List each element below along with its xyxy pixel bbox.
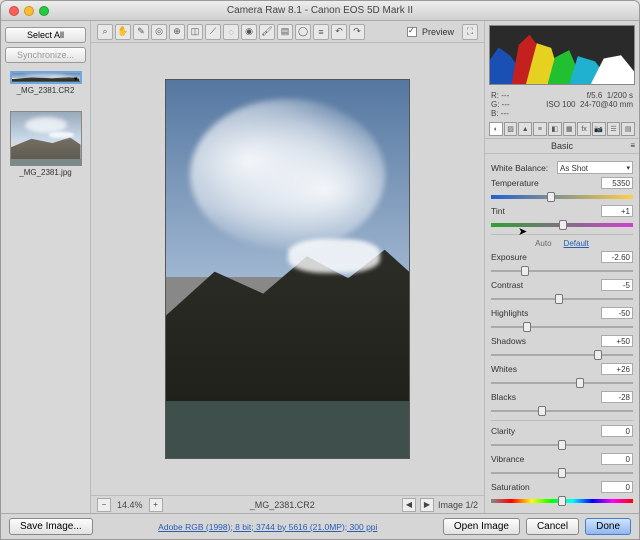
vibrance-value[interactable]: 0 xyxy=(601,453,633,465)
contrast-value[interactable]: -5 xyxy=(601,279,633,291)
prev-image-button[interactable]: ◀ xyxy=(402,498,416,512)
tab-curve[interactable]: ▨ xyxy=(504,122,518,136)
contrast-slider[interactable] xyxy=(491,294,633,304)
readout-r: --- xyxy=(501,91,509,100)
panel-title: Basic≡ xyxy=(485,139,639,154)
thumbnail[interactable]: _MG_2381.jpg xyxy=(5,111,86,177)
filmstrip: Select All Synchronize... _MG_2381.CR2 _… xyxy=(1,21,91,513)
titlebar: Camera Raw 8.1 - Canon EOS 5D Mark II xyxy=(1,1,639,21)
zoom-tool-icon[interactable]: ⌕ xyxy=(97,24,113,40)
minimize-icon[interactable] xyxy=(24,6,34,16)
white-balance-tool-icon[interactable]: ✎ xyxy=(133,24,149,40)
image-counter: Image 1/2 xyxy=(438,500,478,510)
shadows-value[interactable]: +50 xyxy=(601,335,633,347)
redeye-tool-icon[interactable]: ◉ xyxy=(241,24,257,40)
status-filename: _MG_2381.CR2 xyxy=(169,500,396,510)
temperature-value[interactable]: 5350 xyxy=(601,177,633,189)
white-balance-select[interactable]: As Shot xyxy=(557,161,633,174)
zoom-in-button[interactable]: + xyxy=(149,498,163,512)
highlights-value[interactable]: -50 xyxy=(601,307,633,319)
zoom-out-button[interactable]: − xyxy=(97,498,111,512)
temperature-slider[interactable] xyxy=(491,192,633,202)
done-button[interactable]: Done xyxy=(585,518,631,535)
preview-checkbox[interactable] xyxy=(407,27,417,37)
zoom-level: 14.4% xyxy=(117,500,143,510)
adjustment-brush-icon[interactable]: 🖌 xyxy=(259,24,275,40)
saturation-slider[interactable] xyxy=(491,496,633,506)
zoom-icon[interactable] xyxy=(39,6,49,16)
readout-b: --- xyxy=(501,109,509,118)
crop-tool-icon[interactable]: ◫ xyxy=(187,24,203,40)
straighten-tool-icon[interactable]: ⟋ xyxy=(205,24,221,40)
whites-slider[interactable] xyxy=(491,378,633,388)
open-image-button[interactable]: Open Image xyxy=(443,518,520,535)
prefs-icon[interactable]: ≡ xyxy=(313,24,329,40)
panel-tabs: ◐ ▨ ▲ ≡ ◧ ▦ fx 📷 ☰ ▤ xyxy=(485,120,639,139)
tab-hsl[interactable]: ≡ xyxy=(533,122,547,136)
wb-label: White Balance: xyxy=(491,163,553,173)
synchronize-button[interactable]: Synchronize... xyxy=(5,47,86,63)
whites-value[interactable]: +26 xyxy=(601,363,633,375)
cancel-button[interactable]: Cancel xyxy=(526,518,579,535)
rotate-cw-icon[interactable]: ↷ xyxy=(349,24,365,40)
tab-camera[interactable]: 📷 xyxy=(592,122,606,136)
preview-area: ⌕ ✋ ✎ ◎ ⊕ ◫ ⟋ ◌ ◉ 🖌 ▤ ◯ ≡ ↶ ↷ Preview ⛶ xyxy=(91,21,484,513)
tab-fx[interactable]: fx xyxy=(577,122,591,136)
preview-label: Preview xyxy=(422,27,454,37)
meta-shutter: 1/200 s xyxy=(607,91,633,100)
tab-snapshots[interactable]: ▤ xyxy=(621,122,635,136)
exposure-value[interactable]: -2.60 xyxy=(601,251,633,263)
panel-menu-icon[interactable]: ≡ xyxy=(630,141,635,150)
toolbar: ⌕ ✋ ✎ ◎ ⊕ ◫ ⟋ ◌ ◉ 🖌 ▤ ◯ ≡ ↶ ↷ Preview ⛶ xyxy=(91,21,484,43)
default-link[interactable]: Default xyxy=(564,239,589,248)
tab-split[interactable]: ◧ xyxy=(548,122,562,136)
tint-slider[interactable] xyxy=(491,220,633,230)
tint-value[interactable]: +1 xyxy=(601,205,633,217)
spot-removal-icon[interactable]: ◌ xyxy=(223,24,239,40)
meta-iso: ISO 100 xyxy=(546,100,575,109)
thumbnail-label: _MG_2381.CR2 xyxy=(5,86,86,95)
meta-aperture: f/5.6 xyxy=(587,91,603,100)
color-sampler-icon[interactable]: ◎ xyxy=(151,24,167,40)
shadows-slider[interactable] xyxy=(491,350,633,360)
thumbnail-label: _MG_2381.jpg xyxy=(5,168,86,177)
rotate-ccw-icon[interactable]: ↶ xyxy=(331,24,347,40)
save-image-button[interactable]: Save Image... xyxy=(9,518,93,535)
meta-lens: 24-70@40 mm xyxy=(580,100,633,109)
window-title: Camera Raw 8.1 - Canon EOS 5D Mark II xyxy=(49,5,591,16)
readout-g: --- xyxy=(502,100,510,109)
fullscreen-icon[interactable]: ⛶ xyxy=(462,24,478,40)
highlights-slider[interactable] xyxy=(491,322,633,332)
exposure-slider[interactable] xyxy=(491,266,633,276)
tab-lens[interactable]: ▦ xyxy=(563,122,577,136)
blacks-slider[interactable] xyxy=(491,406,633,416)
radial-filter-icon[interactable]: ◯ xyxy=(295,24,311,40)
histogram[interactable] xyxy=(489,25,635,85)
tab-presets[interactable]: ☰ xyxy=(607,122,621,136)
tab-basic[interactable]: ◐ xyxy=(489,122,503,136)
blacks-value[interactable]: -28 xyxy=(601,391,633,403)
app-window: Camera Raw 8.1 - Canon EOS 5D Mark II Se… xyxy=(0,0,640,540)
workflow-options-link[interactable]: Adobe RGB (1998); 8 bit; 3744 by 5616 (2… xyxy=(99,522,437,532)
thumbnail[interactable]: _MG_2381.CR2 xyxy=(5,71,86,95)
graduated-filter-icon[interactable]: ▤ xyxy=(277,24,293,40)
tab-detail[interactable]: ▲ xyxy=(518,122,532,136)
saturation-value[interactable]: 0 xyxy=(601,481,633,493)
adjustments-panel: R: ---G: ---B: --- f/5.6 1/200 sISO 100 … xyxy=(484,21,639,513)
close-icon[interactable] xyxy=(9,6,19,16)
targeted-adjust-icon[interactable]: ⊕ xyxy=(169,24,185,40)
clarity-value[interactable]: 0 xyxy=(601,425,633,437)
status-bar: − 14.4% + _MG_2381.CR2 ◀ ▶ Image 1/2 xyxy=(91,495,484,513)
hand-tool-icon[interactable]: ✋ xyxy=(115,24,131,40)
footer: Save Image... Adobe RGB (1998); 8 bit; 3… xyxy=(1,513,639,539)
main-preview-image[interactable] xyxy=(165,79,410,459)
clarity-slider[interactable] xyxy=(491,440,633,450)
next-image-button[interactable]: ▶ xyxy=(420,498,434,512)
select-all-button[interactable]: Select All xyxy=(5,27,86,43)
vibrance-slider[interactable] xyxy=(491,468,633,478)
auto-link[interactable]: Auto xyxy=(535,239,551,248)
